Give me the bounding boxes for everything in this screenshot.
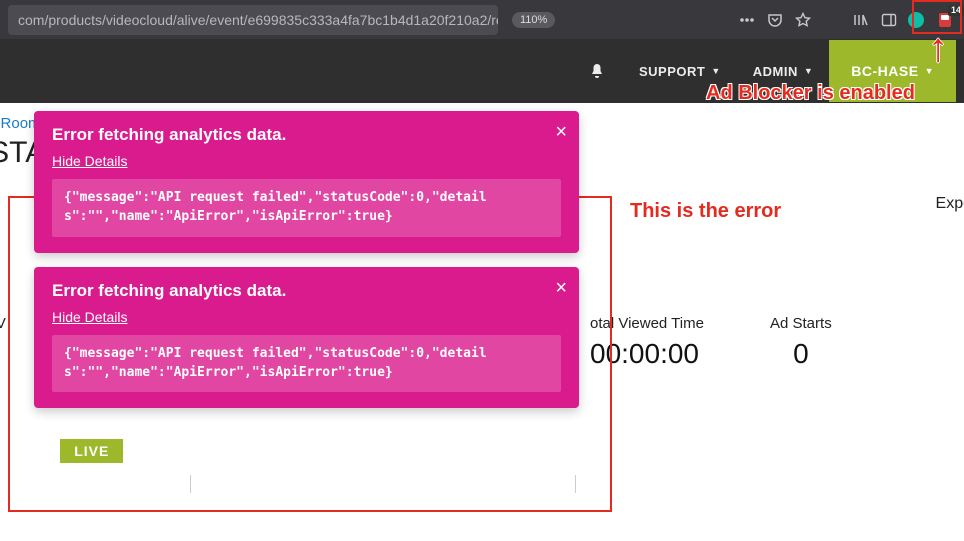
stat-viewed-time: otal Viewed Time 00:00:00 [590, 315, 704, 370]
pocket-icon[interactable] [766, 11, 784, 29]
sidebar-icon[interactable] [880, 11, 898, 29]
hide-details-link[interactable]: Hide Details [52, 153, 127, 169]
nav-support-label: SUPPORT [639, 64, 705, 79]
stat-value: 0 [793, 338, 809, 370]
annotation-arrow-up-icon: ↑ [928, 36, 948, 60]
zoom-badge[interactable]: 110% [512, 12, 555, 28]
live-row: ers LIVE [0, 439, 123, 463]
live-badge: LIVE [60, 439, 123, 463]
hide-details-link[interactable]: Hide Details [52, 309, 127, 325]
error-toast: × Error fetching analytics data. Hide De… [34, 111, 579, 253]
nav-admin-label: ADMIN [753, 64, 798, 79]
stat-ad-starts: Ad Starts 0 [770, 315, 832, 370]
star-icon[interactable] [794, 11, 812, 29]
toast-title: Error fetching analytics data. [52, 125, 561, 145]
ellipsis-icon[interactable] [738, 11, 756, 29]
close-icon[interactable]: × [555, 121, 567, 144]
stat-value: 00:00:00 [590, 338, 699, 370]
url-bar[interactable]: com/products/videocloud/alive/event/e699… [8, 5, 498, 35]
toast-title: Error fetching analytics data. [52, 281, 561, 301]
notifications-bell-icon[interactable] [589, 63, 605, 79]
stat-label: Ad Starts [770, 315, 832, 332]
url-text: com/products/videocloud/alive/event/e699… [18, 12, 498, 28]
toast-body: {"message":"API request failed","statusC… [52, 335, 561, 393]
toast-body: {"message":"API request failed","statusC… [52, 179, 561, 237]
browser-chrome-bar[interactable]: com/products/videocloud/alive/event/e699… [0, 0, 964, 39]
export-button[interactable]: Expo [936, 195, 964, 213]
annotation-adblocker-text: Ad Blocker is enabled [706, 82, 915, 105]
chevron-down-icon: ▼ [711, 66, 720, 76]
annotation-error-text: This is the error [630, 200, 781, 223]
chevron-down-icon: ▼ [804, 66, 813, 76]
page-content: Control Room g: TESTAD2 Expo 7/20 Total … [0, 103, 964, 541]
stat-total-viewers: Total V 0 [0, 315, 6, 370]
close-icon[interactable]: × [555, 277, 567, 300]
error-toast: × Error fetching analytics data. Hide De… [34, 267, 579, 409]
error-toasts: × Error fetching analytics data. Hide De… [34, 111, 579, 408]
stat-label: otal Viewed Time [590, 315, 704, 332]
nav-account-label: BC-HASE [851, 63, 918, 79]
timeline-ticks [0, 475, 964, 495]
library-icon[interactable] [852, 11, 870, 29]
stat-label: Total V [0, 315, 6, 332]
